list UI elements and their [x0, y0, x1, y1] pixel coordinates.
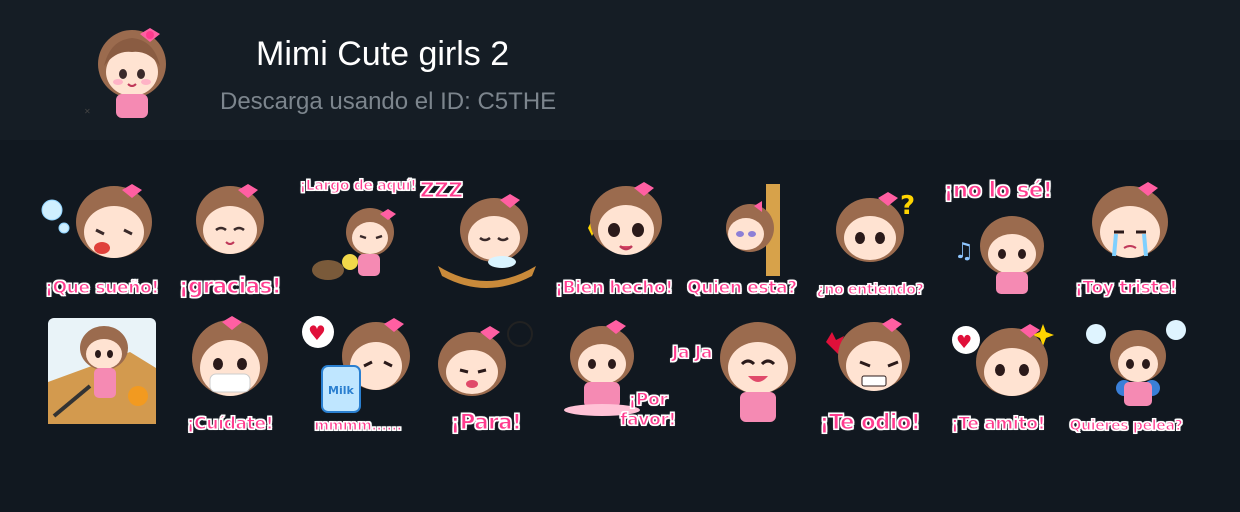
sticker-18-caption: Quieres pelea? — [1069, 418, 1183, 435]
svg-text:♥: ♥ — [956, 332, 972, 353]
sticker-5-caption: ¡Bien hecho! — [555, 278, 674, 299]
sticker-16[interactable]: ¡Te odio! — [808, 312, 932, 436]
sticker-1-caption: ¡Que sueño! — [45, 278, 160, 299]
sticker-6[interactable]: Quien esta? — [680, 176, 804, 300]
sticker-12[interactable]: ♥ Milk mmmm...... — [296, 312, 420, 436]
sticker-11[interactable]: ¡Cuídate! — [168, 312, 292, 436]
sticker-row-1: ¡Que sueño! ¡gracias! ¡Largo de aquí! ZZ… — [40, 176, 1210, 300]
sticker-7[interactable]: ? ¿no entiendo? — [808, 176, 932, 300]
sticker-14-caption: ¡Por favor! — [620, 390, 677, 431]
svg-text:?: ? — [900, 191, 915, 221]
sticker-6-caption: Quien esta? — [687, 278, 798, 299]
sticker-10[interactable] — [40, 312, 164, 436]
sticker-18[interactable]: Quieres pelea? — [1064, 312, 1188, 436]
sticker-16-caption: ¡Te odio! — [819, 410, 921, 435]
sticker-4-caption: ZZZ — [420, 178, 464, 203]
svg-text:✕: ✕ — [84, 107, 91, 116]
sticker-8[interactable]: ♫ ¡no lo sé! — [936, 176, 1060, 300]
pack-thumbnail-image: ✕ — [78, 18, 182, 122]
sticker-pack-header: ✕ Mimi Cute girls 2 Descarga usando el I… — [0, 0, 1240, 140]
sticker-3[interactable]: ¡Largo de aquí! — [296, 176, 420, 300]
sticker-14[interactable]: ¡Por favor! — [552, 312, 677, 436]
sticker-17[interactable]: ♥ ¡Te amito! — [936, 312, 1060, 436]
sticker-13-caption: ¡Para! — [450, 410, 522, 435]
svg-text:♥: ♥ — [308, 321, 326, 345]
sticker-9[interactable]: ¡Toy triste! — [1064, 176, 1188, 300]
sticker-4[interactable]: ZZZ — [420, 176, 548, 300]
sticker-5[interactable]: ¡Bien hecho! — [552, 176, 676, 300]
svg-text:Milk: Milk — [328, 384, 354, 397]
pack-title: Mimi Cute girls 2 — [256, 35, 510, 73]
download-id-text: Descarga usando el ID: C5THE — [220, 88, 557, 115]
svg-text:♫: ♫ — [954, 239, 974, 264]
sticker-9-caption: ¡Toy triste! — [1074, 278, 1178, 299]
sticker-17-caption: ¡Te amito! — [950, 414, 1046, 435]
sticker-8-caption: ¡no lo sé! — [943, 178, 1053, 203]
sticker-row-2: ¡Cuídate! ♥ Milk mmmm...... ¡Para! ¡Por … — [40, 312, 1210, 436]
sticker-15[interactable]: Ja Ja — [672, 312, 804, 436]
sticker-3-caption: ¡Largo de aquí! — [299, 178, 417, 195]
sticker-1[interactable]: ¡Que sueño! — [40, 176, 164, 300]
sticker-2-caption: ¡gracias! — [178, 274, 282, 299]
sticker-7-caption: ¿no entiendo? — [816, 282, 924, 299]
sticker-15-caption: Ja Ja — [672, 343, 713, 364]
sticker-2[interactable]: ¡gracias! — [168, 176, 292, 300]
sticker-12-caption: mmmm...... — [314, 418, 403, 435]
sticker-11-caption: ¡Cuídate! — [186, 414, 274, 435]
sticker-13[interactable]: ¡Para! — [424, 312, 548, 436]
